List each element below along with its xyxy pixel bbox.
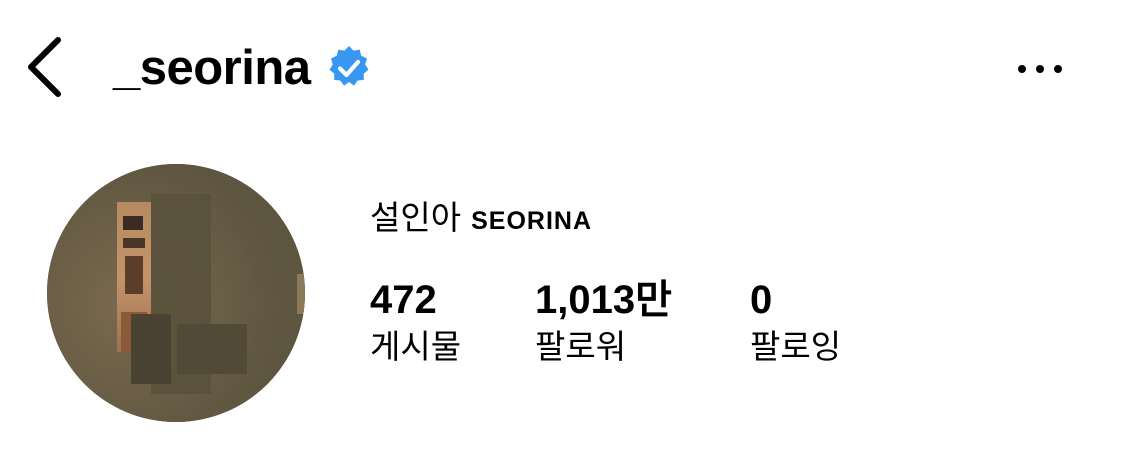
followers-stat[interactable]: 1,013만 팔로워 [535,280,672,363]
avatar[interactable] [47,164,305,422]
following-count: 0 [750,278,773,322]
profile-photo-image [47,164,305,422]
more-horizontal-icon [1018,65,1062,73]
username: _seorina [113,40,311,95]
display-name-english: SEORINA [471,207,592,235]
posts-label: 게시물 [370,328,462,365]
more-options-button[interactable] [1008,50,1072,88]
display-name: 설인아 SEORINA [370,201,592,241]
posts-stat[interactable]: 472 게시물 [370,280,461,363]
followers-count: 1,013만 [535,278,672,322]
following-stat[interactable]: 0 팔로잉 [750,280,841,363]
display-name-korean: 설인아 [370,199,462,236]
profile-header: _seorina [0,0,1125,136]
followers-label: 팔로워 [535,328,627,365]
verified-badge-icon [325,44,373,92]
posts-count: 472 [370,278,437,322]
chevron-left-icon [28,37,61,97]
back-button[interactable] [22,32,70,102]
following-label: 팔로잉 [750,328,842,365]
username-container: _seorina [113,38,373,98]
